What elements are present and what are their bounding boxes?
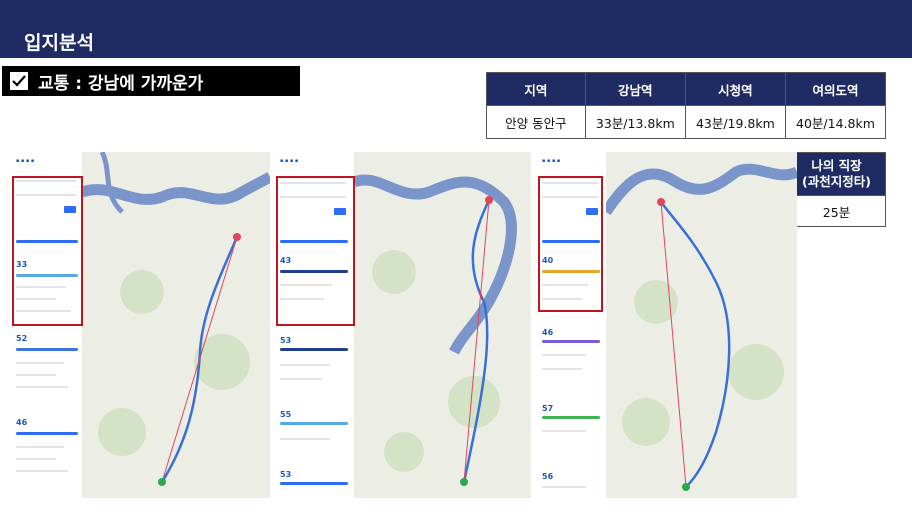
route-alt-time-3a: 46 bbox=[542, 328, 554, 337]
checkmark-icon bbox=[10, 72, 28, 90]
section-heading-bar: 교통 : 강남에 가까운가 bbox=[2, 66, 300, 96]
header-cell-yeouido: 여의도역 bbox=[784, 72, 887, 106]
work-table-header-row: 나의 직장 (과천지정타) bbox=[787, 152, 886, 196]
section-heading: 교통 : 강남에 가까운가 bbox=[38, 73, 204, 94]
header-cell-gangnam: 강남역 bbox=[584, 72, 686, 106]
route-alt-time-1b: 46 bbox=[16, 418, 28, 427]
route-alt-time-3c: 56 bbox=[542, 472, 554, 481]
highlight-box-1 bbox=[12, 176, 83, 326]
route-alt-time-3b: 57 bbox=[542, 404, 554, 413]
route-alt-time-2c: 53 bbox=[280, 470, 292, 479]
header-cell-region: 지역 bbox=[486, 72, 586, 106]
route-map-3 bbox=[606, 152, 797, 498]
work-value-cell: 25분 bbox=[787, 195, 886, 227]
route-alt-time-2a: 53 bbox=[280, 336, 292, 345]
work-table-row: 25분 bbox=[787, 195, 886, 227]
route-screenshot-2: ▪ ▪ ▪ ▪ 43 53 55 53 bbox=[276, 152, 531, 498]
cell-yeouido: 40분/14.8km bbox=[784, 105, 887, 139]
header-bar: 입지분석 bbox=[0, 0, 912, 58]
route-screenshot-3: ▪ ▪ ▪ ▪ 40 46 57 56 bbox=[538, 152, 797, 498]
work-table: 나의 직장 (과천지정타) 25분 bbox=[787, 152, 886, 227]
route-alt-time-1a: 52 bbox=[16, 334, 28, 343]
commute-table-row: 안양 동안구 33분/13.8km 43분/19.8km 40분/14.8km bbox=[486, 105, 887, 139]
route-map-2 bbox=[354, 152, 531, 498]
cell-cityhall: 43분/19.8km bbox=[684, 105, 786, 139]
header-cell-cityhall: 시청역 bbox=[684, 72, 786, 106]
highlight-box-3 bbox=[538, 176, 603, 312]
commute-table-header-row: 지역 강남역 시청역 여의도역 bbox=[486, 72, 887, 106]
cell-gangnam: 33분/13.8km bbox=[584, 105, 686, 139]
route-screenshot-1: ▪ ▪ ▪ ▪ 33 52 46 bbox=[12, 152, 270, 498]
page-title: 입지분석 bbox=[24, 32, 94, 54]
route-map-1 bbox=[82, 152, 270, 498]
cell-region: 안양 동안구 bbox=[486, 105, 586, 139]
highlight-box-2 bbox=[276, 176, 355, 326]
commute-table: 지역 강남역 시청역 여의도역 안양 동안구 33분/13.8km 43분/19… bbox=[486, 72, 887, 139]
work-header-cell: 나의 직장 (과천지정타) bbox=[787, 152, 886, 196]
route-alt-time-2b: 55 bbox=[280, 410, 292, 419]
